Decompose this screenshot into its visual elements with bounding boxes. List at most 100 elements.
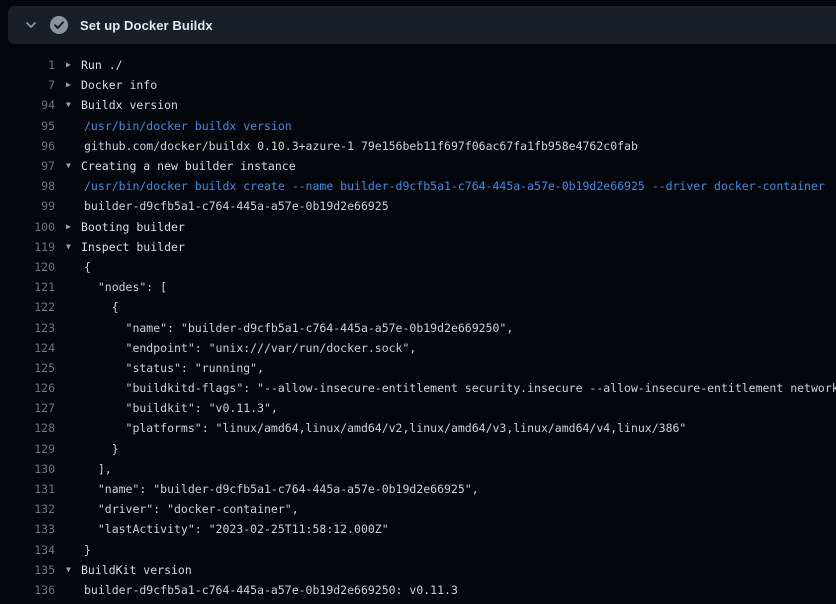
log-row: 133 "lastActivity": "2023-02-25T11:58:12…	[0, 519, 836, 539]
log-group-row: 100▶Booting builder	[0, 217, 836, 237]
triangle-down-icon: ▼	[66, 566, 81, 574]
line-number[interactable]: 121	[0, 280, 55, 294]
chevron-down-icon[interactable]	[25, 19, 37, 31]
line-number[interactable]: 94	[0, 98, 55, 112]
line-number[interactable]: 123	[0, 321, 55, 335]
log-row: 121 "nodes": [	[0, 277, 836, 297]
line-number[interactable]: 128	[0, 421, 55, 435]
line-number[interactable]: 126	[0, 381, 55, 395]
line-number[interactable]: 136	[0, 583, 55, 597]
group-toggle[interactable]: ▼BuildKit version	[55, 563, 192, 577]
log-row: 95/usr/bin/docker buildx version	[0, 116, 836, 136]
log-text: "buildkit": "v0.11.3",	[55, 401, 278, 415]
triangle-right-icon: ▶	[66, 81, 81, 89]
log-text: "endpoint": "unix:///var/run/docker.sock…	[55, 341, 416, 355]
line-number[interactable]: 100	[0, 220, 55, 234]
line-number[interactable]: 97	[0, 159, 55, 173]
log-text: ],	[55, 462, 112, 476]
line-number[interactable]: 129	[0, 442, 55, 456]
log-row: 98/usr/bin/docker buildx create --name b…	[0, 176, 836, 196]
line-number[interactable]: 99	[0, 199, 55, 213]
check-circle-icon	[50, 16, 68, 34]
log-text: builder-d9cfb5a1-c764-445a-a57e-0b19d2e6…	[55, 199, 389, 213]
line-number[interactable]: 95	[0, 119, 55, 133]
triangle-down-icon: ▼	[66, 162, 81, 170]
step-header[interactable]: Set up Docker Buildx	[8, 6, 836, 44]
line-number[interactable]: 131	[0, 482, 55, 496]
line-number[interactable]: 1	[0, 58, 55, 72]
log-group-row: 97▼Creating a new builder instance	[0, 156, 836, 176]
group-title: Creating a new builder instance	[81, 159, 296, 173]
group-title: Inspect builder	[81, 240, 185, 254]
log-row: 127 "buildkit": "v0.11.3",	[0, 398, 836, 418]
line-number[interactable]: 125	[0, 361, 55, 375]
line-number[interactable]: 135	[0, 563, 55, 577]
log-text: "nodes": [	[55, 280, 167, 294]
step-title: Set up Docker Buildx	[80, 18, 213, 33]
line-number[interactable]: 98	[0, 179, 55, 193]
log-text: builder-d9cfb5a1-c764-445a-a57e-0b19d2e6…	[55, 583, 458, 597]
triangle-right-icon: ▶	[66, 223, 81, 231]
log-group-row: 119▼Inspect builder	[0, 237, 836, 257]
log: 1▶Run ./7▶Docker info94▼Buildx version95…	[0, 55, 836, 600]
log-row: 124 "endpoint": "unix:///var/run/docker.…	[0, 338, 836, 358]
group-title: Run ./	[81, 58, 123, 72]
line-number[interactable]: 132	[0, 502, 55, 516]
log-row: 123 "name": "builder-d9cfb5a1-c764-445a-…	[0, 317, 836, 337]
group-title: BuildKit version	[81, 563, 192, 577]
group-title: Docker info	[81, 78, 157, 92]
log-text: "name": "builder-d9cfb5a1-c764-445a-a57e…	[55, 482, 479, 496]
log-text: {	[55, 300, 119, 314]
group-toggle[interactable]: ▼Inspect builder	[55, 240, 185, 254]
line-number[interactable]: 120	[0, 260, 55, 274]
log-text: }	[55, 543, 91, 557]
group-toggle[interactable]: ▼Creating a new builder instance	[55, 159, 296, 173]
log-row: 126 "buildkitd-flags": "--allow-insecure…	[0, 378, 836, 398]
group-title: Booting builder	[81, 220, 185, 234]
line-number[interactable]: 133	[0, 522, 55, 536]
triangle-down-icon: ▼	[66, 101, 81, 109]
log-row: 129 }	[0, 439, 836, 459]
log-text: github.com/docker/buildx 0.10.3+azure-1 …	[55, 139, 638, 153]
group-toggle[interactable]: ▶Docker info	[55, 78, 157, 92]
log-group-row: 135▼BuildKit version	[0, 560, 836, 580]
log-text: {	[55, 260, 91, 274]
triangle-right-icon: ▶	[66, 61, 81, 69]
log-group-row: 1▶Run ./	[0, 55, 836, 75]
group-toggle[interactable]: ▼Buildx version	[55, 98, 178, 112]
line-number[interactable]: 96	[0, 139, 55, 153]
line-number[interactable]: 7	[0, 78, 55, 92]
log-group-row: 7▶Docker info	[0, 75, 836, 95]
line-number[interactable]: 134	[0, 543, 55, 557]
log-text: "platforms": "linux/amd64,linux/amd64/v2…	[55, 421, 686, 435]
line-number[interactable]: 119	[0, 240, 55, 254]
log-row: 128 "platforms": "linux/amd64,linux/amd6…	[0, 418, 836, 438]
log-text: }	[55, 442, 119, 456]
log-group-row: 94▼Buildx version	[0, 95, 836, 115]
log-row: 136builder-d9cfb5a1-c764-445a-a57e-0b19d…	[0, 580, 836, 600]
log-row: 130 ],	[0, 459, 836, 479]
log-row: 120{	[0, 257, 836, 277]
log-row: 96github.com/docker/buildx 0.10.3+azure-…	[0, 136, 836, 156]
group-toggle[interactable]: ▶Run ./	[55, 58, 123, 72]
log-row: 125 "status": "running",	[0, 358, 836, 378]
log-command-text: /usr/bin/docker buildx version	[55, 119, 292, 133]
triangle-down-icon: ▼	[66, 243, 81, 251]
line-number[interactable]: 124	[0, 341, 55, 355]
log-command-text: /usr/bin/docker buildx create --name bui…	[55, 179, 825, 193]
log-row: 99builder-d9cfb5a1-c764-445a-a57e-0b19d2…	[0, 196, 836, 216]
group-title: Buildx version	[81, 98, 178, 112]
line-number[interactable]: 127	[0, 401, 55, 415]
log-row: 132 "driver": "docker-container",	[0, 499, 836, 519]
log-text: "lastActivity": "2023-02-25T11:58:12.000…	[55, 522, 389, 536]
log-text: "status": "running",	[55, 361, 264, 375]
log-text: "driver": "docker-container",	[55, 502, 299, 516]
line-number[interactable]: 130	[0, 462, 55, 476]
log-text: "buildkitd-flags": "--allow-insecure-ent…	[55, 381, 836, 395]
line-number[interactable]: 122	[0, 300, 55, 314]
log-row: 134}	[0, 540, 836, 560]
log-row: 131 "name": "builder-d9cfb5a1-c764-445a-…	[0, 479, 836, 499]
log-text: "name": "builder-d9cfb5a1-c764-445a-a57e…	[55, 321, 513, 335]
log-row: 122 {	[0, 297, 836, 317]
group-toggle[interactable]: ▶Booting builder	[55, 220, 185, 234]
